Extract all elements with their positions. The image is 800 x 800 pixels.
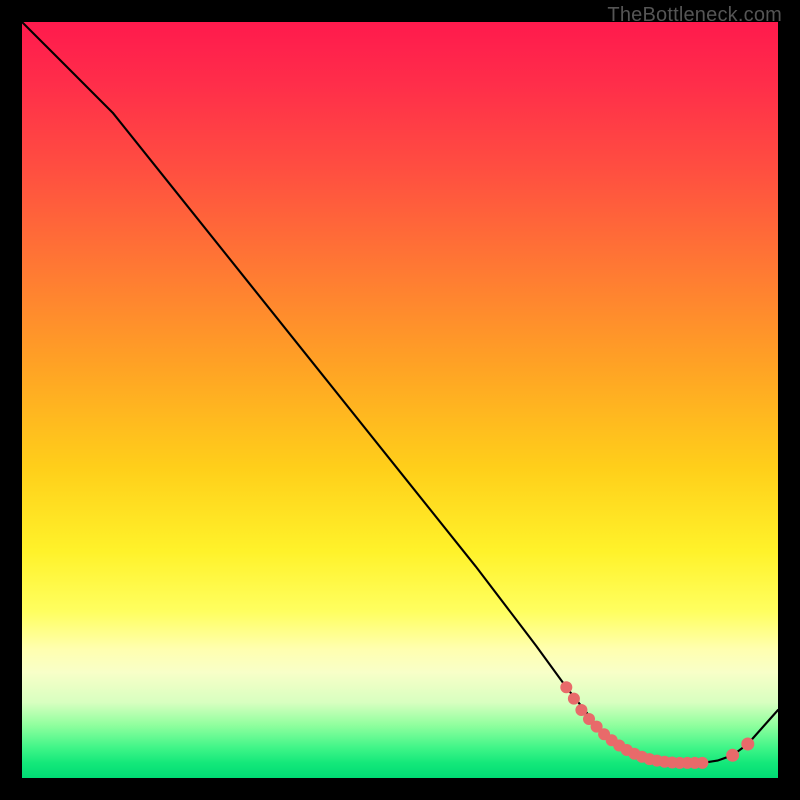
- data-dot: [560, 681, 572, 693]
- data-dot: [726, 749, 739, 762]
- data-dot: [689, 757, 701, 769]
- data-dot: [674, 757, 686, 769]
- chart-gradient-background: [22, 22, 778, 778]
- data-dot: [651, 755, 663, 767]
- data-dot: [741, 738, 754, 751]
- data-dot: [568, 693, 580, 705]
- data-dot: [628, 748, 640, 760]
- chart-svg: [22, 22, 778, 778]
- data-dot: [606, 734, 618, 746]
- data-dot: [696, 757, 708, 769]
- data-dot: [666, 757, 678, 769]
- data-dot: [575, 704, 587, 716]
- data-dot: [644, 753, 656, 765]
- data-dot: [598, 728, 610, 740]
- data-dot: [659, 756, 671, 768]
- data-dot: [583, 713, 595, 725]
- data-dot: [621, 744, 633, 756]
- data-dot: [591, 721, 603, 733]
- chart-curve: [22, 22, 778, 763]
- data-dot: [613, 740, 625, 752]
- chart-dots: [560, 681, 754, 769]
- data-dot: [681, 757, 693, 769]
- watermark-text: TheBottleneck.com: [607, 4, 782, 27]
- data-dot: [636, 751, 648, 763]
